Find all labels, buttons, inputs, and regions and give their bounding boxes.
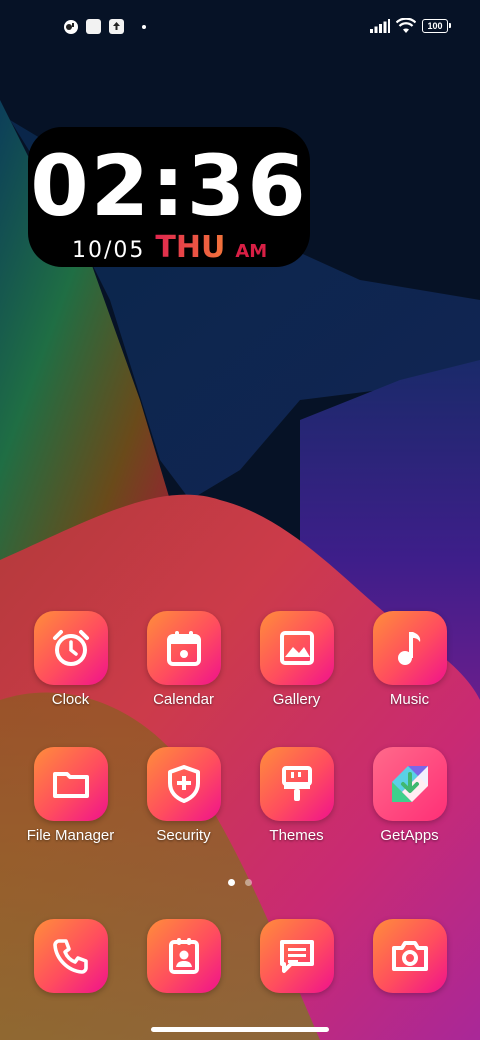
- app-label: Music: [389, 691, 430, 708]
- home-gesture-bar[interactable]: [151, 1027, 329, 1032]
- app-label: Gallery: [272, 691, 321, 708]
- app-music[interactable]: Music: [353, 611, 466, 708]
- app-gallery[interactable]: Gallery: [240, 611, 353, 708]
- image-icon[interactable]: [259, 611, 334, 685]
- dock-phone[interactable]: [14, 919, 127, 993]
- dock-messages[interactable]: [240, 919, 353, 993]
- page-dot-2[interactable]: [245, 879, 252, 886]
- clock-time: 02:36: [30, 137, 308, 235]
- clock-date: 10/05: [72, 238, 146, 263]
- getapps-download-icon[interactable]: [372, 747, 447, 821]
- app-label: Clock: [51, 691, 90, 708]
- app-security[interactable]: Security: [127, 747, 240, 844]
- dock-camera[interactable]: [353, 919, 466, 993]
- contacts-icon[interactable]: [146, 919, 221, 993]
- alarm-clock-icon[interactable]: [33, 611, 108, 685]
- shield-plus-icon[interactable]: [146, 747, 221, 821]
- app-calendar[interactable]: Calendar: [127, 611, 240, 708]
- wifi-icon: [396, 18, 416, 33]
- phone-icon[interactable]: [33, 919, 108, 993]
- app-notification-icon: [64, 19, 78, 34]
- app-themes[interactable]: Themes: [240, 747, 353, 844]
- status-bar: 100: [0, 0, 480, 56]
- app-label: GetApps: [380, 827, 439, 844]
- upload-notification-icon: [109, 19, 124, 34]
- page-dot-1[interactable]: [228, 879, 235, 886]
- camera-icon[interactable]: [372, 919, 447, 993]
- music-note-icon[interactable]: [372, 611, 447, 685]
- dot-icon: [142, 24, 146, 29]
- app-getapps[interactable]: GetApps: [353, 747, 466, 844]
- dock-contacts[interactable]: [127, 919, 240, 993]
- app-label: Security: [156, 827, 211, 844]
- clock-ampm: AM: [235, 241, 268, 262]
- battery-level: 100: [427, 21, 443, 31]
- page-indicator[interactable]: [228, 879, 252, 886]
- app-clock[interactable]: Clock: [14, 611, 127, 708]
- signal-icon: [370, 19, 390, 33]
- app-label: Calendar: [153, 691, 214, 708]
- app-label: File Manager: [26, 827, 115, 844]
- app-file-manager[interactable]: File Manager: [14, 747, 127, 844]
- calendar-icon[interactable]: [146, 611, 221, 685]
- clock-weekday: THU: [155, 230, 226, 265]
- battery-icon: 100: [422, 19, 451, 33]
- app-label: Themes: [269, 827, 324, 844]
- paintbrush-icon[interactable]: [259, 747, 334, 821]
- messages-icon[interactable]: [259, 919, 334, 993]
- square-notification-icon: [86, 19, 101, 34]
- folder-icon[interactable]: [33, 747, 108, 821]
- clock-date-row: 10/05 THU AM: [72, 230, 267, 265]
- clock-widget[interactable]: 02:36 10/05 THU AM: [28, 127, 310, 267]
